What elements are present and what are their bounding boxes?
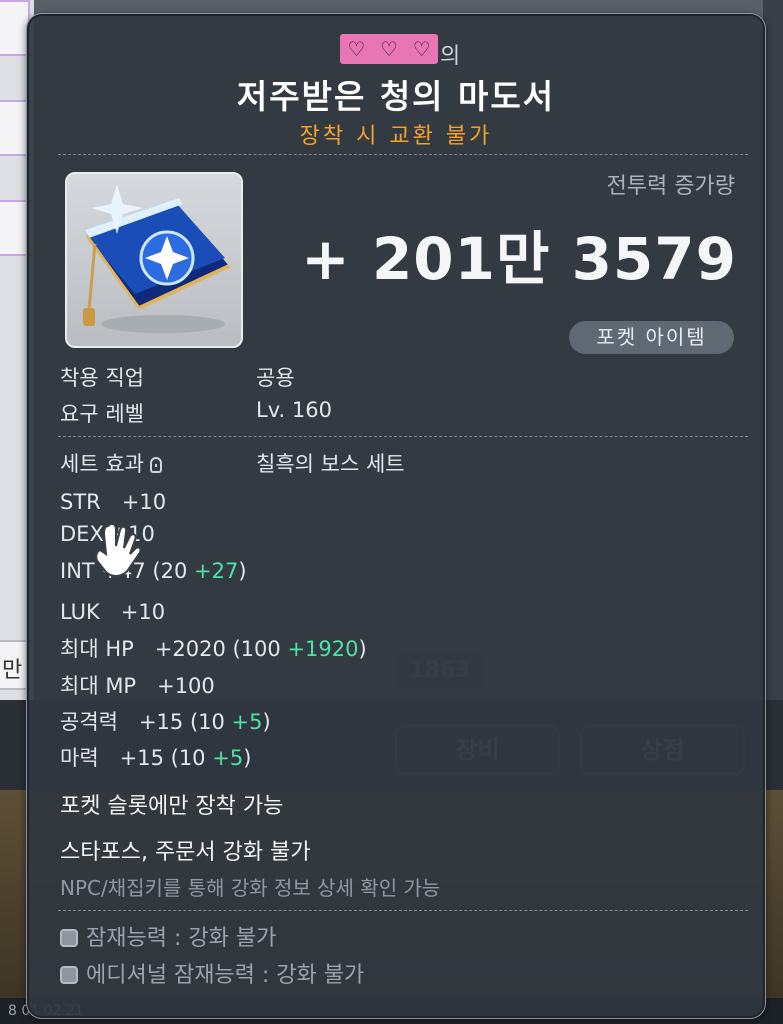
set-effect-value: 칠흑의 보스 세트 bbox=[256, 452, 405, 476]
stat-int-close: ) bbox=[238, 559, 247, 583]
req-row-job: 착용 직업 공용 bbox=[60, 362, 295, 392]
stat-magic: 마력 +15 (10 +5) bbox=[60, 742, 251, 772]
note-no-enhance: 스타포스, 주문서 강화 불가 bbox=[60, 840, 311, 865]
req-key: 착용 직업 bbox=[60, 366, 144, 390]
note-npc-hint: NPC/채집키를 통해 강화 정보 상세 확인 가능 bbox=[60, 876, 441, 900]
stat-hp-bonus: +1920 bbox=[287, 637, 359, 661]
note-pocket-only: 포켓 슬롯에만 장착 가능 bbox=[60, 794, 284, 819]
req-row-level: 요구 레벨 Lv. 160 bbox=[60, 398, 332, 428]
stat-magic-close: ) bbox=[243, 746, 252, 770]
req-value: Lv. 160 bbox=[256, 398, 332, 422]
stat-luk: LUK +10 bbox=[60, 600, 166, 624]
heart-icon: ♡ bbox=[380, 37, 398, 61]
trade-restriction: 장착 시 교환 불가 bbox=[299, 124, 493, 149]
req-value: 공용 bbox=[256, 366, 295, 390]
lock-icon bbox=[149, 457, 162, 473]
item-title: 저주받은 청의 마도서 bbox=[236, 77, 556, 116]
stat-int-bonus: +27 bbox=[194, 559, 239, 583]
grimoire-item-icon bbox=[83, 184, 230, 333]
combat-power-label: 전투력 증가량 bbox=[606, 174, 735, 199]
potential-bullet-icon bbox=[60, 966, 78, 984]
stat-hp-main: 최대 HP +2020 (100 bbox=[60, 637, 288, 661]
stat-attack-bonus: +5 bbox=[231, 710, 263, 734]
req-key: 요구 레벨 bbox=[60, 402, 144, 426]
stat-attack: 공격력 +15 (10 +5) bbox=[60, 706, 271, 736]
pocket-item-badge: 포켓 아이템 bbox=[569, 321, 734, 354]
divider bbox=[58, 910, 748, 911]
potential-text: 잠재능력 : 강화 불가 bbox=[86, 926, 277, 951]
potential-bullet-icon bbox=[60, 929, 78, 947]
stat-int: INT +47 (20 +27) bbox=[60, 559, 247, 583]
stat-magic-bonus: +5 bbox=[212, 746, 244, 770]
stat-attack-main: 공격력 +15 (10 bbox=[60, 710, 232, 734]
additional-potential-row: 에디셔널 잠재능력 : 강화 불가 bbox=[60, 957, 364, 989]
heart-sticker: ♡ ♡ ♡ bbox=[340, 34, 438, 64]
heart-icon: ♡ bbox=[412, 37, 431, 61]
stat-hp: 최대 HP +2020 (100 +1920) bbox=[60, 633, 367, 663]
stat-magic-main: 마력 +15 (10 bbox=[60, 746, 213, 770]
set-effect-row[interactable]: 세트 효과 칠흑의 보스 세트 bbox=[60, 448, 405, 478]
cursor-hand-icon bbox=[95, 522, 142, 577]
additional-potential-text: 에디셔널 잠재능력 : 강화 불가 bbox=[86, 963, 365, 988]
divider bbox=[58, 154, 748, 155]
combat-power-value: + 201만 3579 bbox=[301, 225, 737, 293]
divider bbox=[58, 436, 748, 437]
item-tooltip bbox=[26, 13, 766, 1019]
stat-hp-close: ) bbox=[358, 637, 367, 661]
stat-mp: 최대 MP +100 bbox=[60, 674, 215, 698]
set-effect-label: 세트 효과 bbox=[60, 452, 144, 476]
stat-attack-close: ) bbox=[262, 710, 271, 734]
stat-str: STR +10 bbox=[60, 490, 167, 514]
potential-row: 잠재능력 : 강화 불가 bbox=[60, 920, 276, 952]
side-text: 만 bbox=[2, 658, 23, 683]
sticker-tail-text: 의 bbox=[440, 44, 461, 69]
item-icon-frame bbox=[65, 172, 243, 348]
heart-icon: ♡ bbox=[347, 37, 366, 61]
